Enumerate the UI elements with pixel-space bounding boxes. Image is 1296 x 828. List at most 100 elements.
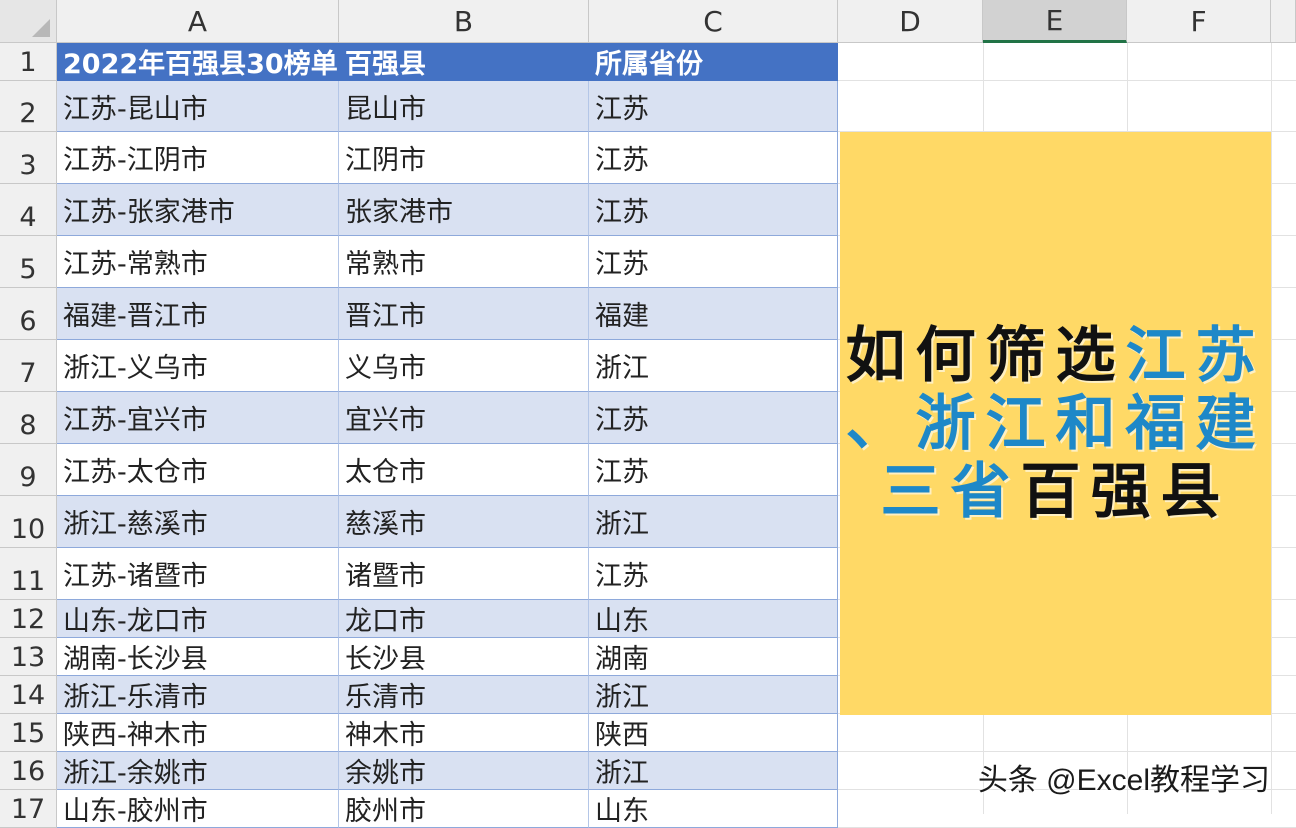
- cell-b7[interactable]: 义乌市: [339, 340, 589, 392]
- cell-c10[interactable]: 浙江: [589, 496, 838, 548]
- cell-b3[interactable]: 江阴市: [339, 132, 589, 184]
- table-row: 浙江-乐清市 乐清市 浙江: [57, 676, 838, 714]
- cell-c2[interactable]: 江苏: [589, 81, 838, 132]
- row-header-15[interactable]: 15: [0, 714, 57, 752]
- cell-c6[interactable]: 福建: [589, 288, 838, 340]
- banner-line-2: 、浙江和福建: [846, 390, 1266, 458]
- row-header-10[interactable]: 10: [0, 496, 57, 548]
- row-header-7[interactable]: 7: [0, 340, 57, 392]
- column-header-a[interactable]: A: [57, 0, 339, 43]
- cell-c11[interactable]: 江苏: [589, 548, 838, 600]
- cell-b6[interactable]: 晋江市: [339, 288, 589, 340]
- cell-b2[interactable]: 昆山市: [339, 81, 589, 132]
- cell-b11[interactable]: 诸暨市: [339, 548, 589, 600]
- row-header-5[interactable]: 5: [0, 236, 57, 288]
- row-header-17[interactable]: 17: [0, 790, 57, 828]
- column-header-c[interactable]: C: [589, 0, 838, 43]
- table-row: 陕西-神木市 神木市 陕西: [57, 714, 838, 752]
- table-row: 浙江-慈溪市 慈溪市 浙江: [57, 496, 838, 548]
- cell-b4[interactable]: 张家港市: [339, 184, 589, 236]
- cell-a17[interactable]: 山东-胶州市: [57, 790, 339, 828]
- cell-c7[interactable]: 浙江: [589, 340, 838, 392]
- cell-b15[interactable]: 神木市: [339, 714, 589, 752]
- table-header-row: 2022年百强县30榜单 百强县 所属省份: [57, 43, 838, 81]
- column-header-b[interactable]: B: [339, 0, 589, 43]
- table-row: 江苏-张家港市 张家港市 江苏: [57, 184, 838, 236]
- cell-b17[interactable]: 胶州市: [339, 790, 589, 828]
- cell-c17[interactable]: 山东: [589, 790, 838, 828]
- row-header-8[interactable]: 8: [0, 392, 57, 444]
- banner-text-blue: 、浙江和福建: [845, 388, 1266, 459]
- banner-text-dark: 如何筛选: [845, 320, 1126, 391]
- table-row: 江苏-江阴市 江阴市 江苏: [57, 132, 838, 184]
- cell-b5[interactable]: 常熟市: [339, 236, 589, 288]
- cell-c4[interactable]: 江苏: [589, 184, 838, 236]
- cell-a15[interactable]: 陕西-神木市: [57, 714, 339, 752]
- row-header-1[interactable]: 1: [0, 43, 57, 81]
- row-header-2[interactable]: 2: [0, 81, 57, 132]
- cell-a16[interactable]: 浙江-余姚市: [57, 752, 339, 790]
- table-row: 湖南-长沙县 长沙县 湖南: [57, 638, 838, 676]
- cell-a5[interactable]: 江苏-常熟市: [57, 236, 339, 288]
- cell-a4[interactable]: 江苏-张家港市: [57, 184, 339, 236]
- cell-c9[interactable]: 江苏: [589, 444, 838, 496]
- column-header-d[interactable]: D: [838, 0, 983, 43]
- table-row: 山东-龙口市 龙口市 山东: [57, 600, 838, 638]
- cell-a13[interactable]: 湖南-长沙县: [57, 638, 339, 676]
- cell-c15[interactable]: 陕西: [589, 714, 838, 752]
- row-header-16[interactable]: 16: [0, 752, 57, 790]
- table-row: 浙江-义乌市 义乌市 浙江: [57, 340, 838, 392]
- cell-a10[interactable]: 浙江-慈溪市: [57, 496, 339, 548]
- select-all-corner[interactable]: [0, 0, 57, 43]
- cell-a11[interactable]: 江苏-诸暨市: [57, 548, 339, 600]
- cell-b13[interactable]: 长沙县: [339, 638, 589, 676]
- row-header-4[interactable]: 4: [0, 184, 57, 236]
- row-header-3[interactable]: 3: [0, 132, 57, 184]
- cell-c12[interactable]: 山东: [589, 600, 838, 638]
- cell-a7[interactable]: 浙江-义乌市: [57, 340, 339, 392]
- banner-text-dark: 百强县: [1020, 456, 1231, 527]
- cell-c16[interactable]: 浙江: [589, 752, 838, 790]
- title-banner: 如何筛选江苏 、浙江和福建 三省百强县: [840, 132, 1271, 715]
- column-header-e[interactable]: E: [983, 0, 1127, 43]
- column-header-next[interactable]: [1271, 0, 1296, 43]
- column-header-f[interactable]: F: [1127, 0, 1271, 43]
- cell-a2[interactable]: 江苏-昆山市: [57, 81, 339, 132]
- banner-line-1: 如何筛选江苏: [846, 322, 1266, 390]
- cell-c14[interactable]: 浙江: [589, 676, 838, 714]
- table-row: 浙江-余姚市 余姚市 浙江: [57, 752, 838, 790]
- cell-a14[interactable]: 浙江-乐清市: [57, 676, 339, 714]
- cell-a8[interactable]: 江苏-宜兴市: [57, 392, 339, 444]
- cell-a1[interactable]: 2022年百强县30榜单: [57, 43, 339, 81]
- gridline-vertical: [1271, 43, 1272, 814]
- select-all-triangle-icon: [32, 19, 50, 37]
- cell-c8[interactable]: 江苏: [589, 392, 838, 444]
- watermark: 头条 @Excel教程学习: [977, 764, 1270, 797]
- gridline-horizontal: [838, 80, 1296, 81]
- cell-a9[interactable]: 江苏-太仓市: [57, 444, 339, 496]
- row-header-6[interactable]: 6: [0, 288, 57, 340]
- row-header-12[interactable]: 12: [0, 600, 57, 638]
- cell-a6[interactable]: 福建-晋江市: [57, 288, 339, 340]
- table-row: 江苏-常熟市 常熟市 江苏: [57, 236, 838, 288]
- cell-b14[interactable]: 乐清市: [339, 676, 589, 714]
- row-header-14[interactable]: 14: [0, 676, 57, 714]
- row-header-11[interactable]: 11: [0, 548, 57, 600]
- cell-b9[interactable]: 太仓市: [339, 444, 589, 496]
- banner-text-blue: 三省: [880, 456, 1021, 527]
- cell-c13[interactable]: 湖南: [589, 638, 838, 676]
- table-row: 江苏-太仓市 太仓市 江苏: [57, 444, 838, 496]
- cell-b1[interactable]: 百强县: [339, 43, 589, 81]
- cell-b12[interactable]: 龙口市: [339, 600, 589, 638]
- cell-c1[interactable]: 所属省份: [589, 43, 838, 81]
- banner-text-blue: 江苏: [1125, 320, 1266, 391]
- cell-a3[interactable]: 江苏-江阴市: [57, 132, 339, 184]
- cell-c3[interactable]: 江苏: [589, 132, 838, 184]
- cell-c5[interactable]: 江苏: [589, 236, 838, 288]
- cell-b8[interactable]: 宜兴市: [339, 392, 589, 444]
- cell-b10[interactable]: 慈溪市: [339, 496, 589, 548]
- row-header-9[interactable]: 9: [0, 444, 57, 496]
- cell-b16[interactable]: 余姚市: [339, 752, 589, 790]
- cell-a12[interactable]: 山东-龙口市: [57, 600, 339, 638]
- row-header-13[interactable]: 13: [0, 638, 57, 676]
